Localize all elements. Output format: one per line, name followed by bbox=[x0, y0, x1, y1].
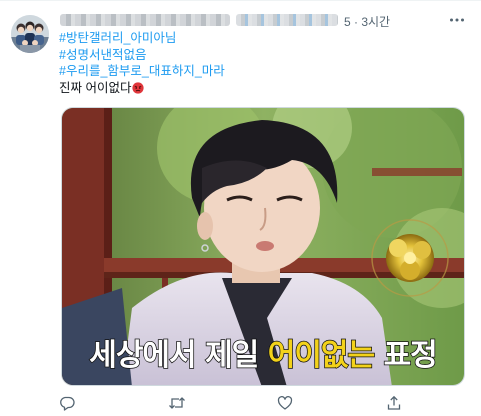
angry-face-icon bbox=[132, 81, 145, 94]
tweet-actions-bar bbox=[58, 394, 468, 412]
tweet-timestamp[interactable]: 5 · 3시간 bbox=[344, 13, 390, 30]
retweet-icon[interactable] bbox=[168, 394, 186, 412]
image-caption: 세상에서 제일 어이없는 표정 bbox=[62, 330, 464, 374]
tweet-text: #방탄갤러리_아미아님 #성명서낸적없음 #우리를_함부로_대표하지_마라 진짜… bbox=[59, 30, 225, 96]
avatar[interactable] bbox=[11, 15, 49, 53]
caption-highlight-text: 어이없는 bbox=[267, 337, 376, 374]
caption-text: 세상에서 제일 bbox=[88, 337, 268, 374]
hashtag-link[interactable]: #성명서낸적없음 bbox=[59, 47, 225, 64]
tweet-header: 5 · 3시간 bbox=[58, 11, 471, 31]
blurred-user-handle bbox=[236, 14, 338, 26]
blurred-display-name bbox=[60, 14, 230, 26]
more-options-icon[interactable] bbox=[447, 11, 467, 29]
like-icon[interactable] bbox=[276, 394, 294, 412]
tweet-text-content: 진짜 어이없다 bbox=[59, 80, 132, 95]
caption-text: 표정 bbox=[374, 337, 439, 374]
share-icon[interactable] bbox=[385, 394, 403, 412]
tweet-media-image[interactable]: 세상에서 제일 어이없는 표정 bbox=[61, 107, 465, 386]
hashtag-link[interactable]: #방탄갤러리_아미아님 bbox=[59, 30, 225, 47]
hashtag-link[interactable]: #우리를_함부로_대표하지_마라 bbox=[59, 63, 225, 80]
tweet-card[interactable]: 5 · 3시간 #방탄갤러리_아미아님 #성명서낸적없음 #우리를_함부로_대표… bbox=[0, 0, 481, 416]
reply-icon[interactable] bbox=[58, 394, 76, 412]
tweet-text-line: 진짜 어이없다 bbox=[59, 80, 225, 97]
